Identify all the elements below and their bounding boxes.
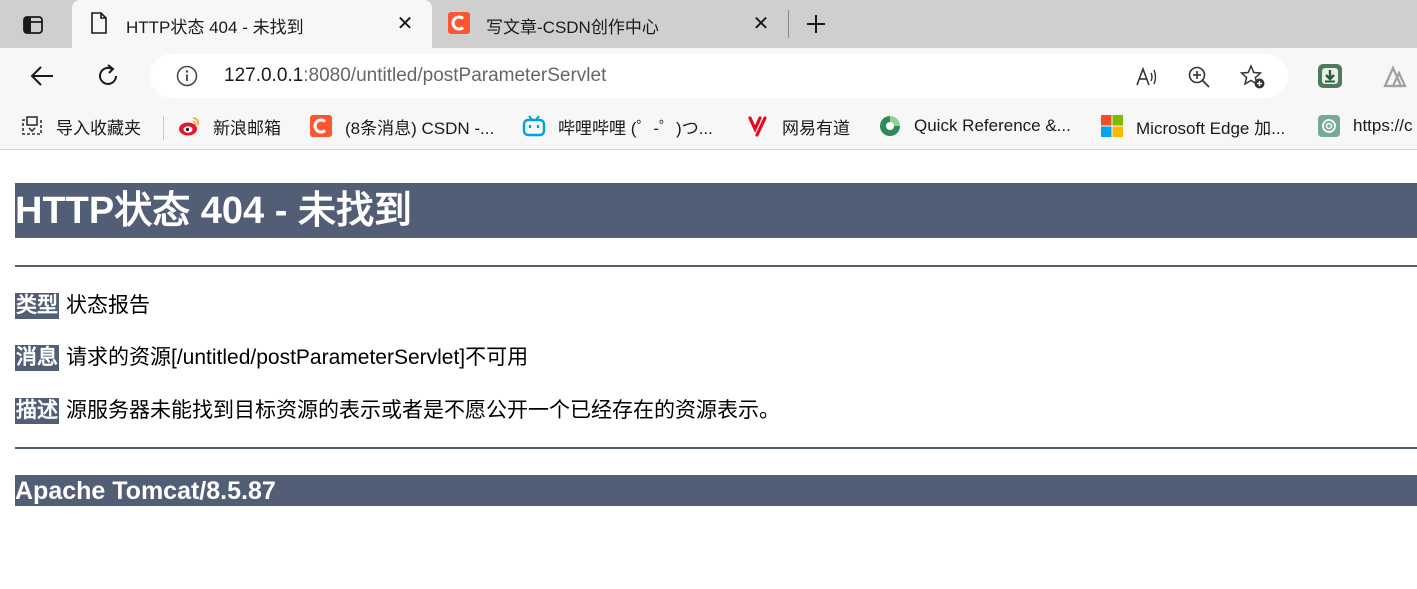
- youdao-icon: [746, 114, 770, 138]
- navigation-toolbar: 127.0.0.1:8080/untitled/postParameterSer…: [0, 48, 1417, 104]
- server-footer-banner: Apache Tomcat/8.5.87: [15, 475, 1417, 506]
- bookmark-label: 哔哩哔哩 (゜-゜)つ...: [558, 118, 713, 138]
- address-bar[interactable]: 127.0.0.1:8080/untitled/postParameterSer…: [150, 54, 1288, 98]
- url-host: 127.0.0.1: [224, 65, 304, 86]
- csdn-icon: [309, 114, 333, 138]
- close-tab-icon[interactable]: ✕: [750, 12, 772, 35]
- bookmark-label: 网易有道: [782, 118, 850, 138]
- description-row: 描述 源服务器未能找到目标资源的表示或者是不愿公开一个已经存在的资源表示。: [15, 396, 780, 426]
- bookmark-https[interactable]: https://c: [1317, 113, 1413, 139]
- bookmark-label: 导入收藏夹: [56, 118, 141, 138]
- bookmark-quick-reference[interactable]: Quick Reference &...: [878, 113, 1071, 139]
- error-heading-banner: HTTP状态 404 - 未找到: [15, 183, 1417, 238]
- microsoft-icon: [1100, 114, 1124, 138]
- divider: [15, 447, 1417, 449]
- tab-actions-icon[interactable]: [20, 12, 46, 38]
- tab-title: 写文章-CSDN创作中心: [486, 18, 659, 37]
- bookmark-label: 新浪邮箱: [213, 118, 281, 138]
- read-aloud-icon[interactable]: [1134, 64, 1160, 90]
- type-value: 状态报告: [66, 294, 150, 317]
- bookmark-youdao[interactable]: 网易有道: [746, 113, 850, 139]
- url-path: :8080/untitled/postParameterServlet: [303, 65, 607, 86]
- page-title: HTTP状态 404 - 未找到: [15, 190, 412, 232]
- extension-icon[interactable]: [1382, 62, 1410, 90]
- description-value: 源服务器未能找到目标资源的表示或者是不愿公开一个已经存在的资源表示。: [66, 399, 780, 422]
- site-info-icon[interactable]: [176, 65, 198, 87]
- close-tab-icon[interactable]: ✕: [394, 12, 416, 35]
- back-arrow-icon[interactable]: [26, 60, 58, 92]
- favorites-bar: 导入收藏夹 新浪邮箱 (8条消息) CSDN -... 哔哩哔哩 (゜-゜)つ.…: [0, 104, 1417, 150]
- csdn-icon: [448, 12, 470, 34]
- description-label: 描述: [15, 398, 59, 424]
- tab-csdn-editor[interactable]: 写文章-CSDN创作中心 ✕: [432, 0, 788, 48]
- tab-http-404[interactable]: HTTP状态 404 - 未找到 ✕: [72, 0, 432, 48]
- message-value: 请求的资源[/untitled/postParameterServlet]不可用: [66, 346, 529, 369]
- bilibili-icon: [522, 114, 546, 138]
- weibo-icon: [177, 114, 201, 138]
- type-label: 类型: [15, 293, 59, 319]
- quickref-icon: [878, 114, 902, 138]
- page-icon: [88, 12, 110, 34]
- refresh-icon[interactable]: [92, 60, 124, 92]
- zoom-icon[interactable]: [1186, 64, 1212, 90]
- bookmark-label: Quick Reference &...: [914, 116, 1071, 135]
- server-version: Apache Tomcat/8.5.87: [15, 477, 276, 505]
- page-content: HTTP状态 404 - 未找到 类型 状态报告 消息 请求的资源[/untit…: [0, 151, 1417, 589]
- tab-strip: HTTP状态 404 - 未找到 ✕ 写文章-CSDN创作中心 ✕: [0, 0, 1417, 48]
- type-row: 类型 状态报告: [15, 291, 150, 321]
- new-tab-icon[interactable]: [802, 10, 830, 38]
- bookmark-import-favorites[interactable]: 导入收藏夹: [20, 113, 141, 139]
- tab-title: HTTP状态 404 - 未找到: [126, 18, 304, 37]
- import-favorites-icon: [20, 114, 44, 138]
- chatgpt-icon: [1317, 114, 1341, 138]
- url-text[interactable]: 127.0.0.1:8080/untitled/postParameterSer…: [224, 65, 606, 87]
- bookmark-csdn[interactable]: (8条消息) CSDN -...: [309, 113, 494, 139]
- download-extension-icon[interactable]: [1316, 62, 1344, 90]
- message-label: 消息: [15, 345, 59, 371]
- add-favorite-icon[interactable]: [1240, 64, 1266, 90]
- bookmark-edge-addons[interactable]: Microsoft Edge 加...: [1100, 113, 1285, 139]
- tab-divider: [788, 10, 789, 38]
- bookmark-label: https://c: [1353, 116, 1413, 135]
- divider: [15, 265, 1417, 267]
- bookmark-label: Microsoft Edge 加...: [1136, 118, 1286, 138]
- bookmark-label: (8条消息) CSDN -...: [345, 118, 495, 138]
- bookmark-divider: [163, 116, 164, 140]
- message-row: 消息 请求的资源[/untitled/postParameterServlet]…: [15, 343, 528, 373]
- bookmark-bilibili[interactable]: 哔哩哔哩 (゜-゜)つ...: [522, 113, 713, 139]
- bookmark-sina-mail[interactable]: 新浪邮箱: [177, 113, 281, 139]
